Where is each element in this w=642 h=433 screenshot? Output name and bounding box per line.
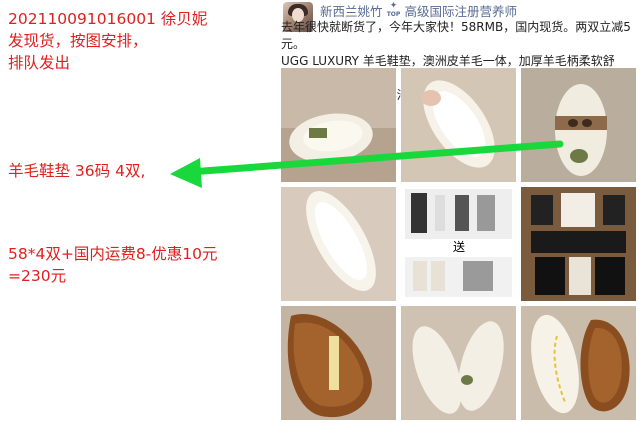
- top-badge-icon: ✦ TOP: [386, 1, 401, 19]
- author-title: 高级国际注册营养师: [404, 3, 518, 19]
- svg-text:送: 送: [453, 239, 465, 254]
- photo-thumbnail[interactable]: [521, 187, 636, 301]
- photo-thumbnail[interactable]: [521, 306, 636, 420]
- order-note-panel: 202110091016001 徐贝妮 发现货，按图安排， 排队发出 羊毛鞋垫 …: [0, 0, 275, 433]
- insole-photo-icon: [401, 68, 516, 182]
- insole-photo-icon: [281, 68, 396, 182]
- author-name[interactable]: 新西兰姚竹: [320, 1, 383, 20]
- order-note-item: 羊毛鞋垫 36码 4双,: [8, 162, 146, 180]
- photo-thumbnail[interactable]: [281, 306, 396, 420]
- photo-thumbnail[interactable]: [281, 187, 396, 301]
- photo-thumbnail[interactable]: [401, 68, 516, 182]
- post-author-row: 新西兰姚竹 ✦ TOP 高级国际注册营养师: [320, 1, 517, 19]
- product-collage-icon: [521, 187, 636, 301]
- insole-photo-icon: [401, 306, 516, 420]
- photo-thumbnail[interactable]: [401, 306, 516, 420]
- insole-photo-icon: [281, 306, 396, 420]
- photo-thumbnail[interactable]: [521, 68, 636, 182]
- photo-grid: 送: [281, 68, 639, 433]
- product-collage-icon: 送: [401, 187, 516, 301]
- insole-photo-icon: [521, 68, 636, 182]
- order-note-calculation: 58*4双+国内运费8-优惠10元 =230元: [8, 245, 218, 285]
- insole-photo-icon: [521, 306, 636, 420]
- photo-thumbnail[interactable]: [281, 68, 396, 182]
- photo-thumbnail[interactable]: 送: [401, 187, 516, 301]
- insole-photo-icon: [281, 187, 396, 301]
- order-note-header: 202110091016001 徐贝妮 发现货，按图安排， 排队发出: [8, 10, 208, 72]
- moments-post: 新西兰姚竹 ✦ TOP 高级国际注册营养师 去年很快就断货了，今年大家快！58RM…: [276, 0, 642, 433]
